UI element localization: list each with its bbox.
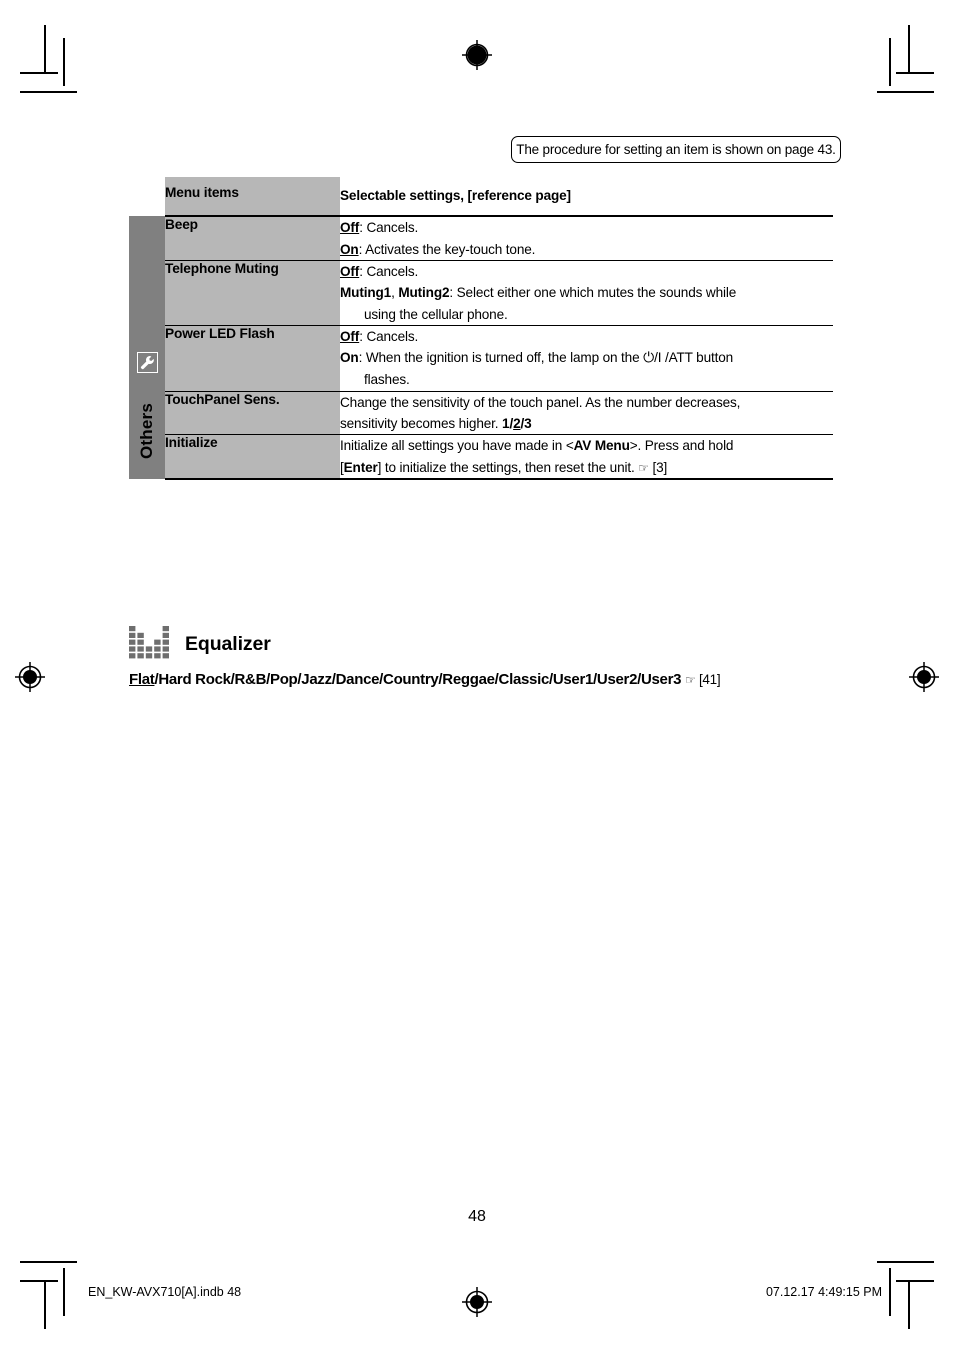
setting-text: Initialize all settings you have made in…: [340, 438, 574, 454]
procedure-note: The procedure for setting an item is sho…: [511, 136, 841, 163]
setting-text: ] to initialize the settings, then reset…: [377, 459, 639, 475]
page-number: 48: [468, 1208, 486, 1225]
crop-mark: [889, 38, 891, 86]
menu-item-cell: Power LED Flash: [165, 324, 340, 392]
setting-cell: Initialize all settings you have made in…: [340, 434, 833, 480]
group-label-others: Others: [137, 403, 156, 460]
setting-line: Off: Cancels.: [340, 217, 833, 238]
equalizer-icon: [129, 626, 169, 659]
setting-text: : Cancels.: [359, 220, 419, 236]
crop-mark: [20, 91, 77, 93]
setting-value: 2: [513, 415, 521, 431]
setting-value: Enter: [343, 459, 378, 475]
crop-mark: [20, 1280, 58, 1282]
menu-item-cell: Beep: [165, 215, 340, 261]
crop-mark: [908, 25, 910, 73]
wrench-icon-box: [137, 352, 158, 374]
footer-timestamp: 07.12.17 4:49:15 PM: [765, 1285, 882, 1299]
setting-text: [3]: [648, 459, 668, 475]
crop-mark: [896, 72, 934, 74]
setting-value: Off: [340, 328, 360, 344]
setting-text: : Cancels.: [359, 263, 419, 279]
wrench-icon: [140, 356, 154, 370]
table-row: Telephone Muting Off: Cancels. Muting1, Mu…: [129, 259, 833, 326]
setting-text: /I /ATT button: [654, 350, 734, 366]
pointing-hand-icon: ☞: [638, 460, 649, 475]
equalizer-default-preset: Flat: [129, 671, 155, 688]
setting-value: Muting2: [398, 285, 450, 301]
header-selectable-settings: Selectable settings, [reference page]: [340, 177, 833, 217]
setting-line: Initialize all settings you have made in…: [340, 435, 833, 456]
setting-cell: Change the sensitivity of the touch pane…: [340, 390, 833, 435]
setting-cell: Off: Cancels. On: When the ignition is tu…: [340, 324, 833, 392]
setting-line: Off: Cancels.: [340, 261, 833, 282]
setting-line: using the cellular phone.: [340, 304, 833, 325]
table-row: Beep Off: Cancels. On: Activates the key-t…: [129, 215, 833, 261]
registration-mark-left: [13, 660, 47, 694]
registration-mark-top: [460, 38, 494, 72]
crop-mark: [44, 25, 46, 73]
settings-table-body: Menu items Selectable settings, [referen…: [129, 177, 833, 480]
setting-text: using the cellular phone.: [364, 306, 508, 322]
setting-value: On: [340, 241, 359, 257]
setting-line: Off: Cancels.: [340, 326, 833, 347]
setting-text: flashes.: [364, 372, 410, 388]
table-row: TouchPanel Sens. Change the sensitivity o…: [129, 390, 833, 435]
setting-line: [Enter] to initialize the settings, then…: [340, 457, 833, 478]
setting-text: : Activates the key-touch tone.: [358, 241, 536, 257]
group-sidebar: Others: [129, 216, 165, 479]
table-row: Power LED Flash Off: Cancels. On: When the…: [129, 324, 833, 392]
menu-item-cell: Telephone Muting: [165, 259, 340, 326]
setting-value: On: [340, 350, 359, 366]
setting-value: 3: [524, 415, 532, 431]
document-page: The procedure for setting an item is sho…: [0, 0, 954, 1354]
setting-text: Change the sensitivity of the touch pane…: [340, 394, 741, 410]
setting-text: : Cancels.: [359, 328, 419, 344]
equalizer-presets: Flat/Hard Rock/R&B/Pop/Jazz/Dance/Countr…: [129, 671, 849, 688]
setting-text: : Select either one which mutes the soun…: [449, 285, 737, 301]
pointing-hand-icon: ☞: [685, 673, 696, 687]
crop-mark: [20, 1261, 77, 1263]
setting-value: AV Menu: [573, 438, 630, 454]
crop-mark: [877, 91, 934, 93]
header-spacer: [129, 177, 165, 217]
power-icon: ⏻: [643, 349, 655, 366]
settings-table-container: Menu items Selectable settings, [referen…: [129, 177, 833, 480]
setting-line: On: Activates the key-touch tone.: [340, 239, 833, 260]
table-header-row: Menu items Selectable settings, [referen…: [129, 177, 833, 217]
setting-line: Change the sensitivity of the touch pane…: [340, 392, 833, 413]
menu-item-cell: Initialize: [165, 434, 340, 480]
setting-text: : When the ignition is turned off, the l…: [358, 350, 644, 366]
setting-line: flashes.: [340, 369, 833, 390]
print-footer: EN_KW-AVX710[A].indb 48 07.12.17 4:49:15…: [0, 1285, 954, 1305]
setting-text: >. Press and hold: [629, 438, 734, 454]
crop-mark: [20, 72, 58, 74]
setting-value: Off: [340, 220, 360, 236]
menu-item-cell: TouchPanel Sens.: [165, 390, 340, 435]
setting-cell: Off: Cancels. Muting1, Muting2: Select ei…: [340, 259, 833, 326]
header-menu-items: Menu items: [165, 177, 340, 217]
settings-table: Menu items Selectable settings, [referen…: [129, 177, 833, 480]
equalizer-reference: ☞ [41]: [685, 672, 721, 687]
equalizer-title: Equalizer: [185, 632, 271, 655]
setting-line: On: When the ignition is turned off, the…: [340, 347, 833, 369]
procedure-note-text: The procedure for setting an item is sho…: [516, 142, 836, 157]
crop-mark: [63, 38, 65, 86]
equalizer-heading: Equalizer: [129, 624, 849, 664]
crop-mark: [896, 1280, 934, 1282]
equalizer-section: Equalizer Flat/Hard Rock/R&B/Pop/Jazz/Da…: [129, 624, 849, 688]
registration-mark-right: [907, 660, 941, 694]
setting-line: Muting1, Muting2: Select either one whic…: [340, 282, 833, 303]
footer-filename: EN_KW-AVX710[A].indb 48: [88, 1285, 242, 1299]
equalizer-preset-list: /Hard Rock/R&B/Pop/Jazz/Dance/Country/Re…: [154, 671, 682, 688]
equalizer-reference-page: [41]: [698, 672, 721, 687]
setting-cell: Off: Cancels. On: Activates the key-touch…: [340, 215, 833, 261]
setting-value: Muting1: [340, 285, 392, 301]
setting-text: sensitivity becomes higher.: [340, 415, 503, 431]
table-row: Initialize Initialize all settings you ha…: [129, 434, 833, 480]
setting-line: sensitivity becomes higher. 1/2/3: [340, 413, 833, 434]
crop-mark: [877, 1261, 934, 1263]
setting-value: Off: [340, 263, 360, 279]
